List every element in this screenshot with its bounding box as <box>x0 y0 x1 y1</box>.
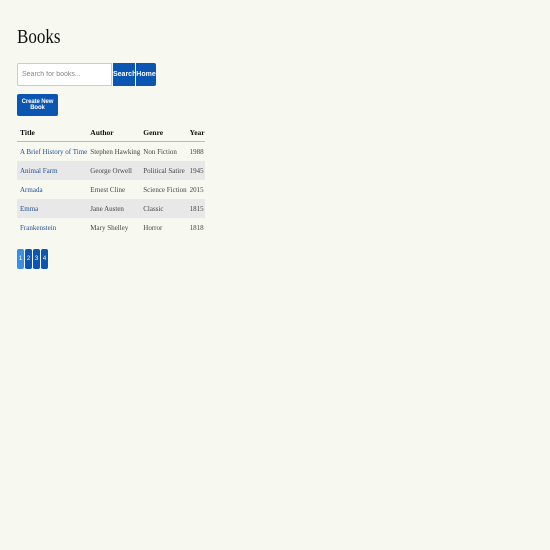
cell-title: Emma <box>17 199 88 218</box>
table-row: Animal Farm George Orwell Political Sati… <box>17 161 205 180</box>
cell-year: 1988 <box>189 147 204 156</box>
search-input[interactable] <box>17 63 112 86</box>
cell-title: Animal Farm <box>17 161 88 180</box>
book-title-link[interactable]: Frankenstein <box>20 224 56 232</box>
cell-genre: Non Fiction <box>143 147 177 156</box>
cell-title: Frankenstein <box>17 218 87 237</box>
table-header-row: Title Author Genre Year <box>17 124 205 142</box>
book-title-link[interactable]: A Brief History of Time <box>20 148 87 156</box>
books-table: Title Author Genre Year A Brief History … <box>17 124 205 237</box>
book-title-link[interactable]: Emma <box>20 205 38 213</box>
search-button[interactable]: Search <box>113 63 136 86</box>
cell-title: Armada <box>17 180 87 199</box>
create-book-button[interactable]: Create New Book <box>17 94 58 116</box>
page-title: Books <box>17 26 61 48</box>
header-title: Title <box>17 124 88 142</box>
search-bar: Search Home <box>17 63 550 86</box>
header-year: Year <box>186 124 205 142</box>
header-genre: Genre <box>140 124 187 142</box>
cell-genre: Political Satire <box>140 161 187 180</box>
cell-year: 1945 <box>186 161 205 180</box>
cell-genre: Horror <box>143 223 163 232</box>
cell-genre: Science Fiction <box>143 185 187 194</box>
page-button-1[interactable]: 1 <box>17 249 24 269</box>
cell-author: Jane Austen <box>87 199 141 218</box>
pagination: 1 2 3 4 <box>17 249 550 269</box>
book-title-link[interactable]: Animal Farm <box>20 167 58 175</box>
page-button-4[interactable]: 4 <box>41 249 48 269</box>
page-button-3[interactable]: 3 <box>33 249 40 269</box>
cell-year: 1815 <box>186 199 205 218</box>
cell-title: A Brief History of Time <box>17 142 87 162</box>
table-row: Armada Ernest Cline Science Fiction 2015 <box>17 180 205 199</box>
table-row: Emma Jane Austen Classic 1815 <box>17 199 205 218</box>
cell-author: Ernest Cline <box>90 185 126 194</box>
home-button[interactable]: Home <box>136 63 156 86</box>
cell-author: George Orwell <box>87 161 141 180</box>
cell-year: 2015 <box>189 185 204 194</box>
table-row: A Brief History of Time Stephen Hawking … <box>17 142 205 162</box>
cell-year: 1818 <box>189 223 204 232</box>
cell-author: Mary Shelley <box>90 223 129 232</box>
book-title-link[interactable]: Armada <box>20 186 43 194</box>
cell-author: Stephen Hawking <box>90 147 141 156</box>
cell-genre: Classic <box>140 199 187 218</box>
header-author: Author <box>87 124 141 142</box>
page-container: Books Search Home Create New Book Title … <box>0 0 550 269</box>
page-button-2[interactable]: 2 <box>25 249 32 269</box>
table-row: Frankenstein Mary Shelley Horror 1818 <box>17 218 205 237</box>
